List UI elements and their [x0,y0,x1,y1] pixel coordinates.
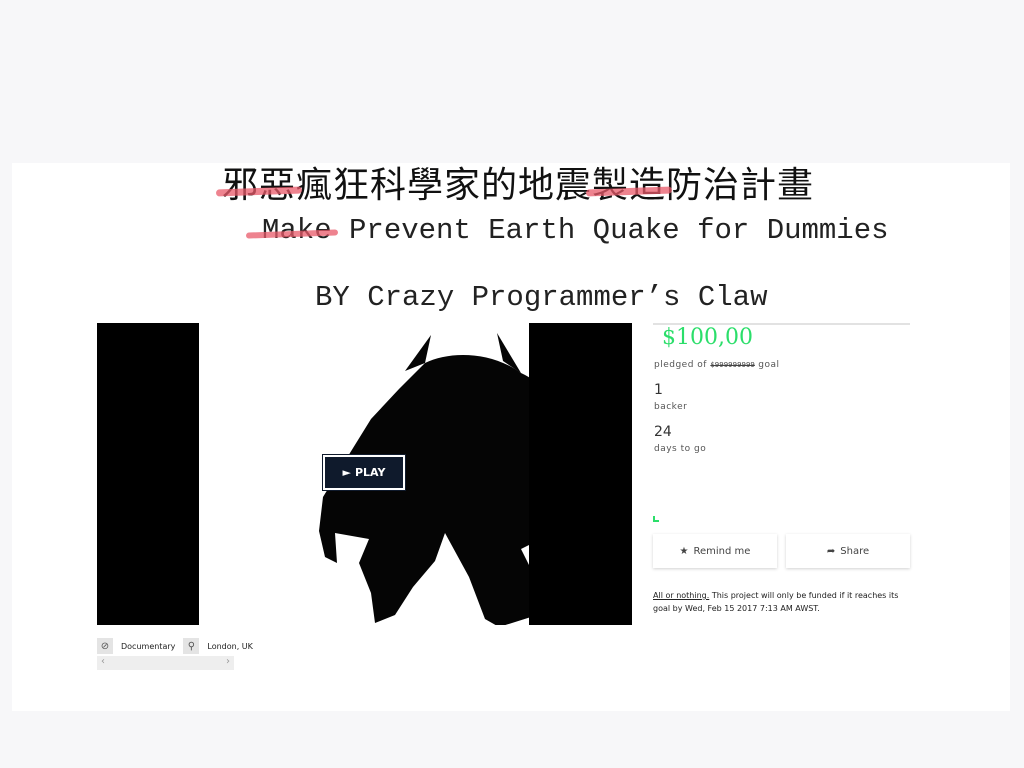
struck-text: 邪惡 [222,165,297,206]
pledged-prefix: pledged of [654,360,707,370]
creator-byline: BY Crazy Programmer’s Claw [315,281,768,314]
struck-text: Make [262,214,332,247]
star-icon: ★ [679,545,689,557]
title-text: 瘋狂科學家的地震 [296,165,593,206]
share-arrow-icon: ➦ [826,545,836,557]
project-title-chinese: 邪惡瘋狂科學家的地震製造防治計畫 [222,156,814,208]
location-tag[interactable]: London, UK [207,642,253,651]
remind-me-button[interactable]: ★ Remind me [653,534,777,568]
title-text: 防治計畫 [666,165,815,206]
title-text: Prevent Earth Quake for Dummies [349,214,889,247]
pledged-goal-line: pledged of $999999999 goal [654,360,780,370]
all-or-nothing-link[interactable]: All or nothing. [653,591,709,600]
scroll-left-icon[interactable]: ‹ [101,656,105,667]
remind-me-label: Remind me [693,545,751,557]
struck-text: 製造 [592,165,667,206]
pledged-amount: $100,00 [662,325,753,350]
funding-progress-bar [653,516,659,522]
map-pin-icon: ⚲ [183,638,200,654]
compass-icon: ⊘ [97,638,113,654]
goal-suffix: goal [758,360,780,370]
share-button[interactable]: ➦ Share [786,534,910,568]
project-title-english: Make Prevent Earth Quake for Dummies [262,214,889,247]
backers-label: backer [654,402,688,412]
scroll-right-icon[interactable]: › [226,656,230,667]
days-remaining: 24 [654,424,672,440]
play-triangle-icon: ► [342,466,351,479]
goal-amount: $999999999 [710,361,755,369]
share-label: Share [840,545,870,557]
play-button-label: PLAY [354,466,386,479]
play-button[interactable]: ► PLAY [322,454,406,491]
horizontal-scrollbar[interactable]: ‹ › [97,656,234,670]
category-tag[interactable]: Documentary [121,642,175,651]
funding-notice: All or nothing. This project will only b… [653,589,913,615]
project-tags: ⊘ Documentary ⚲ London, UK [97,637,261,655]
backers-count: 1 [654,382,663,398]
days-label: days to go [654,444,707,454]
